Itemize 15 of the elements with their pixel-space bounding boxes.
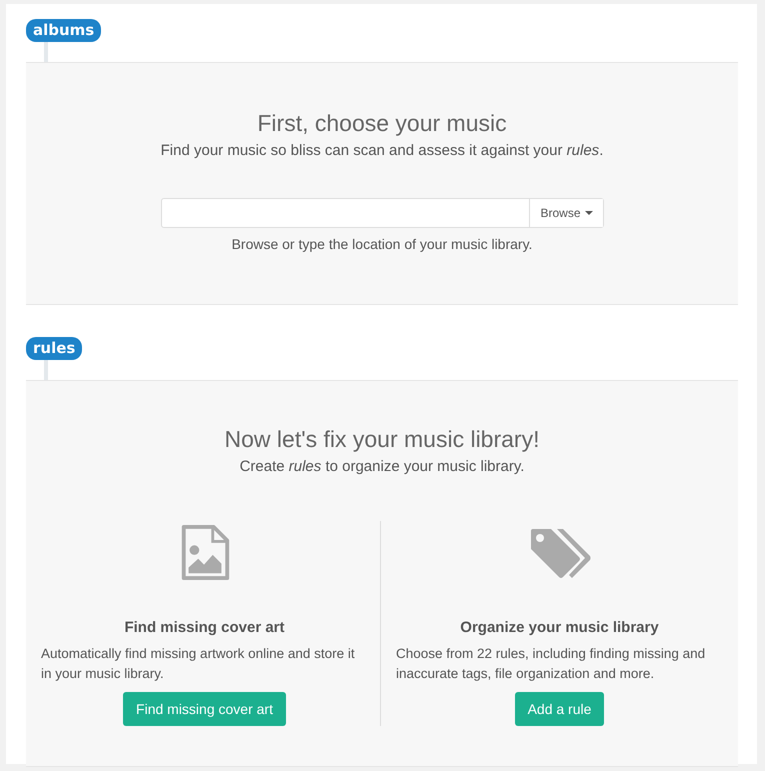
- feature-heading: Find missing cover art: [124, 619, 285, 636]
- panel-subtitle: Create rules to organize your music library.: [238, 457, 526, 477]
- panel-title: First, choose your music: [256, 109, 508, 138]
- browse-button[interactable]: Browse: [529, 199, 602, 227]
- caret-icon: [584, 211, 592, 215]
- feature-heading: Organize your music library: [460, 619, 659, 636]
- location-field[interactable]: Browse: [160, 198, 604, 228]
- panel-subtitle: Find your music so bliss can scan and assess it against your rules.: [160, 141, 604, 161]
- image-file-icon: [180, 525, 230, 581]
- feature-description: Automatically find missing artwork online and store it in your music library.: [41, 645, 356, 683]
- help-text: Browse or type the location of your music library.: [230, 235, 534, 254]
- panel-title: Now let's fix your music library!: [224, 425, 540, 454]
- feature-description: Choose from 22 rules, including finding missing and inaccurate tags, file organization and more.: [396, 645, 706, 683]
- section-badge: rules: [26, 337, 82, 360]
- section-badge: albums: [26, 19, 102, 42]
